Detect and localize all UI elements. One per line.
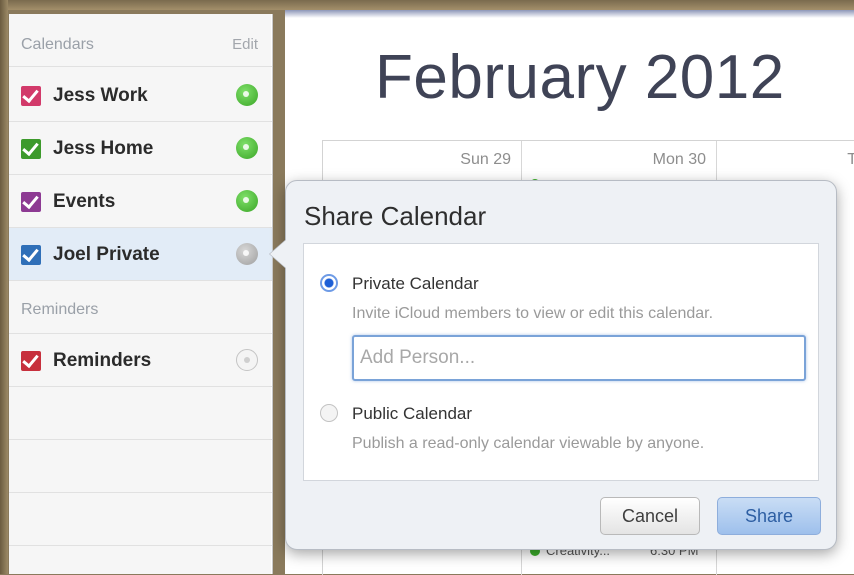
private-calendar-description: Invite iCloud members to view or edit th… [352, 305, 714, 322]
sidebar-item-label: Reminders [53, 350, 152, 371]
private-calendar-label[interactable]: Private Calendar [352, 274, 479, 294]
calendar-checkbox[interactable] [21, 192, 41, 212]
calendars-header-label: Calendars [21, 36, 94, 53]
day-label: T [847, 151, 854, 168]
calendar-checkbox[interactable] [21, 86, 41, 106]
popover-title: Share Calendar [304, 201, 487, 231]
day-label: Sun 29 [460, 151, 511, 168]
month-title: February 2012 [375, 43, 785, 112]
share-icon[interactable] [236, 84, 258, 106]
frame-top [0, 0, 854, 10]
public-calendar-label[interactable]: Public Calendar [352, 404, 472, 424]
sidebar-item-reminders[interactable]: Reminders [9, 334, 272, 387]
sidebar-empty-row [9, 440, 272, 493]
reminders-header: Reminders [9, 281, 272, 334]
sidebar-item-label: Joel Private [53, 244, 160, 265]
share-icon[interactable] [236, 137, 258, 159]
share-options-panel: Private Calendar Invite iCloud members t… [303, 243, 819, 481]
calendar-sidebar: Calendars Edit Jess Work Jess Home Event… [9, 14, 273, 574]
sidebar-item-jess-home[interactable]: Jess Home [9, 122, 272, 175]
calendar-checkbox[interactable] [21, 139, 41, 159]
calendars-header: Calendars Edit [9, 14, 272, 67]
frame-left [0, 0, 8, 574]
calendar-checkbox[interactable] [21, 245, 41, 265]
add-person-input[interactable] [352, 335, 806, 381]
sidebar-item-events[interactable]: Events [9, 175, 272, 228]
popover-arrow [270, 240, 286, 268]
share-icon[interactable] [236, 190, 258, 212]
sidebar-item-label: Events [53, 191, 116, 212]
sidebar-item-label: Jess Work [53, 85, 148, 106]
cancel-button[interactable]: Cancel [600, 497, 700, 535]
share-icon[interactable] [236, 349, 258, 371]
reminders-header-label: Reminders [21, 301, 99, 318]
sidebar-empty-row [9, 493, 272, 546]
share-calendar-popover: Share Calendar Private Calendar Invite i… [285, 180, 837, 550]
sidebar-item-label: Jess Home [53, 138, 154, 159]
share-button[interactable]: Share [717, 497, 821, 535]
private-calendar-radio[interactable] [320, 274, 338, 292]
edit-button[interactable]: Edit [232, 36, 258, 53]
sidebar-item-joel-private[interactable]: Joel Private [9, 228, 272, 281]
day-label: Mon 30 [652, 151, 706, 168]
share-icon[interactable] [236, 243, 258, 265]
toolbar-shadow [285, 10, 854, 18]
calendar-checkbox[interactable] [21, 351, 41, 371]
public-calendar-radio[interactable] [320, 404, 338, 422]
sidebar-empty-row [9, 387, 272, 440]
public-calendar-description: Publish a read-only calendar viewable by… [352, 435, 705, 452]
sidebar-item-jess-work[interactable]: Jess Work [9, 69, 272, 122]
